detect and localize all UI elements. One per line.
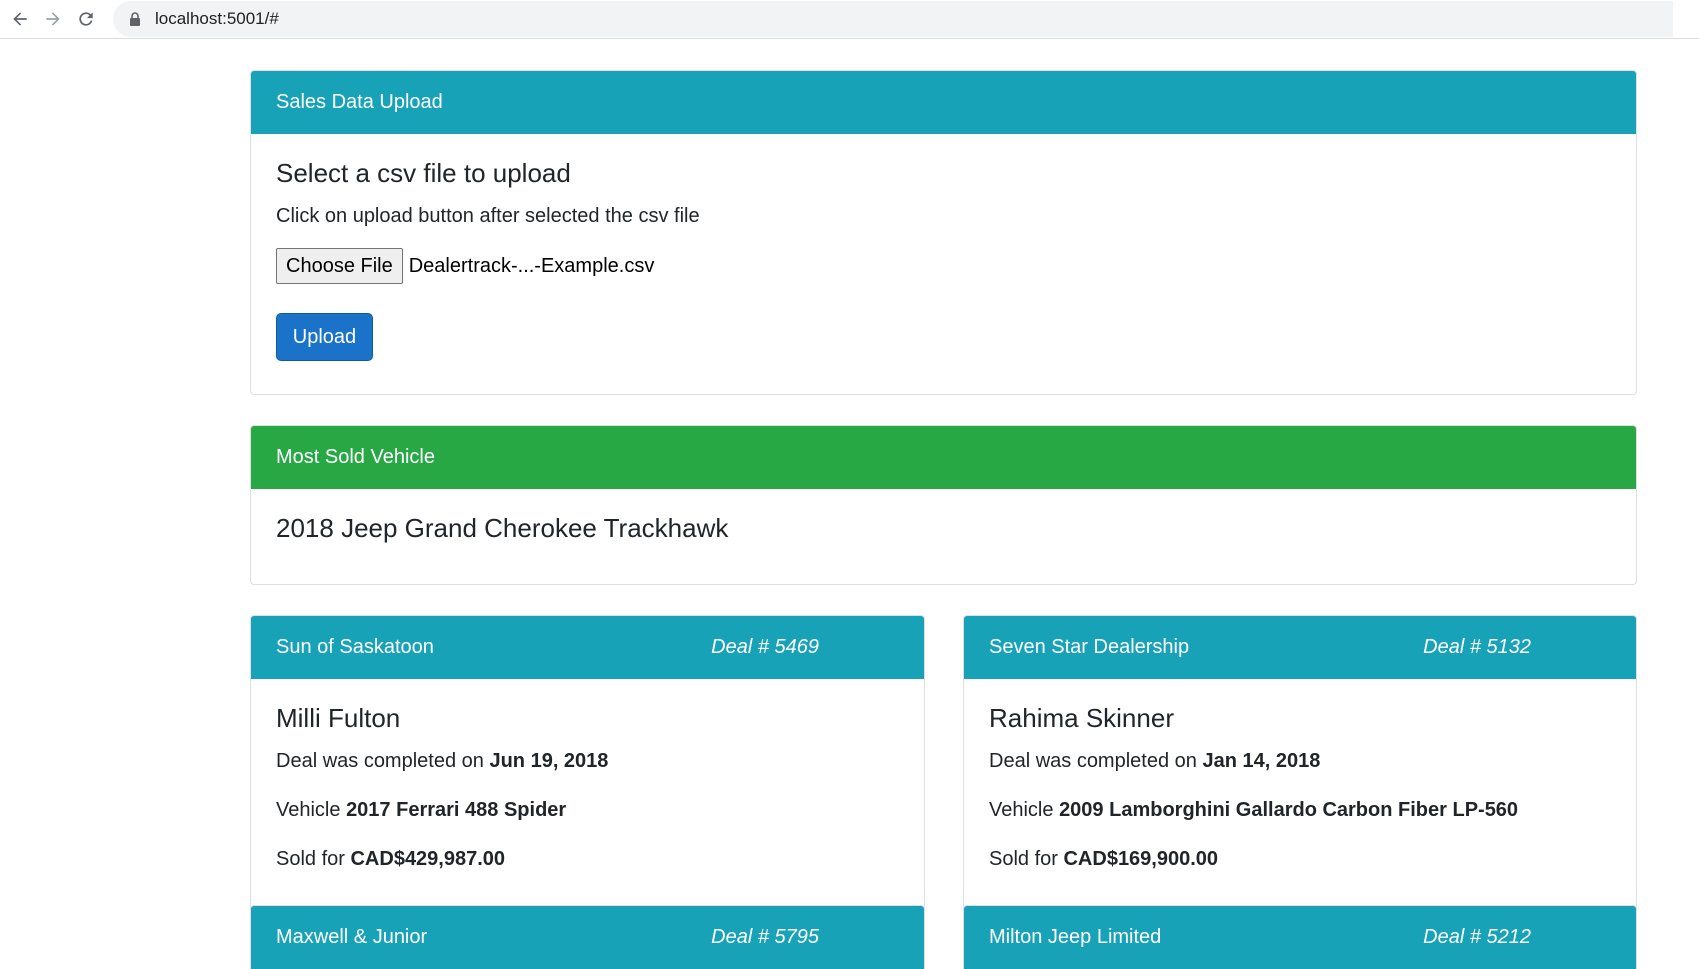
upload-card: Sales Data Upload Select a csv file to u… [250,70,1637,395]
deal-price-prefix: Sold for [276,848,351,870]
upload-card-body: Select a csv file to upload Click on upl… [251,158,1636,361]
deal-card-header: Seven Star Dealership Deal # 5132 [964,616,1636,679]
deal-vehicle-line: Vehicle 2017 Ferrari 488 Spider [276,799,899,822]
browser-toolbar: localhost:5001/# [0,0,1699,39]
deal-card-header: Milton Jeep Limited Deal # 5212 [964,906,1636,969]
deal-card: Sun of Saskatoon Deal # 5469 Milli Fulto… [250,615,925,910]
deal-card: Milton Jeep Limited Deal # 5212 [963,905,1637,969]
deal-number: Deal # 5212 [1423,926,1531,948]
url-text: localhost:5001/# [155,9,279,28]
most-sold-card-title: Most Sold Vehicle [276,446,435,468]
deal-price-line: Sold for CAD$429,987.00 [276,848,899,871]
choose-file-button[interactable]: Choose File [276,248,403,284]
deal-number: Deal # 5132 [1423,636,1531,658]
deal-price: CAD$429,987.00 [350,848,506,870]
forward-button[interactable] [42,8,64,30]
dealer-name: Maxwell & Junior [276,926,428,948]
dealer-name: Sun of Saskatoon [276,636,434,658]
address-bar[interactable]: localhost:5001/# [113,1,1673,37]
arrow-left-icon [13,12,27,26]
deal-card: Maxwell & Junior Deal # 5795 [250,905,925,969]
reload-icon [79,12,93,26]
upload-button[interactable]: Upload [276,313,373,361]
deal-card-header: Sun of Saskatoon Deal # 5469 [251,616,924,679]
upload-card-title: Sales Data Upload [276,91,443,113]
deal-number: Deal # 5795 [711,926,819,948]
deal-card-body: Rahima Skinner Deal was completed on Jan… [964,703,1636,871]
deal-card-header: Maxwell & Junior Deal # 5795 [251,906,924,969]
upload-instruction: Click on upload button after selected th… [276,205,700,227]
deal-vehicle: 2009 Lamborghini Gallardo Carbon Fiber L… [1059,799,1519,821]
upload-title: Select a csv file to upload [276,158,571,188]
deal-price: CAD$169,900.00 [1063,848,1219,870]
most-sold-card-body: 2018 Jeep Grand Cherokee Trackhawk [251,513,1636,544]
deal-price-line: Sold for CAD$169,900.00 [989,848,1611,871]
deal-date: Jun 19, 2018 [489,750,609,772]
lock-icon [129,12,143,26]
back-button[interactable] [9,8,31,30]
deal-date-line: Deal was completed on Jun 19, 2018 [276,750,899,773]
deal-date-prefix: Deal was completed on [989,750,1203,772]
deal-vehicle-prefix: Vehicle [989,799,1060,821]
dealer-name: Seven Star Dealership [989,636,1190,658]
customer-name: Rahima Skinner [989,703,1174,733]
file-input[interactable]: Choose File Dealertrack-...-Example.csv [276,248,1611,284]
dealer-name: Milton Jeep Limited [989,926,1162,948]
most-sold-vehicle: 2018 Jeep Grand Cherokee Trackhawk [276,513,729,543]
deal-vehicle-prefix: Vehicle [276,799,347,821]
upload-card-header: Sales Data Upload [251,71,1636,134]
deal-number: Deal # 5469 [711,636,819,658]
deal-card: Seven Star Dealership Deal # 5132 Rahima… [963,615,1637,910]
deal-card-body: Milli Fulton Deal was completed on Jun 1… [251,703,924,871]
deal-date: Jan 14, 2018 [1202,750,1321,772]
deal-price-prefix: Sold for [989,848,1064,870]
deal-date-prefix: Deal was completed on [276,750,490,772]
reload-button[interactable] [75,8,97,30]
customer-name: Milli Fulton [276,703,401,733]
arrow-right-icon [46,12,60,26]
selected-file-name: Dealertrack-...-Example.csv [408,254,655,277]
deal-vehicle: 2017 Ferrari 488 Spider [346,799,567,821]
deal-date-line: Deal was completed on Jan 14, 2018 [989,750,1611,773]
deal-vehicle-line: Vehicle 2009 Lamborghini Gallardo Carbon… [989,799,1611,822]
most-sold-card: Most Sold Vehicle 2018 Jeep Grand Cherok… [250,425,1637,585]
most-sold-card-header: Most Sold Vehicle [251,426,1636,489]
